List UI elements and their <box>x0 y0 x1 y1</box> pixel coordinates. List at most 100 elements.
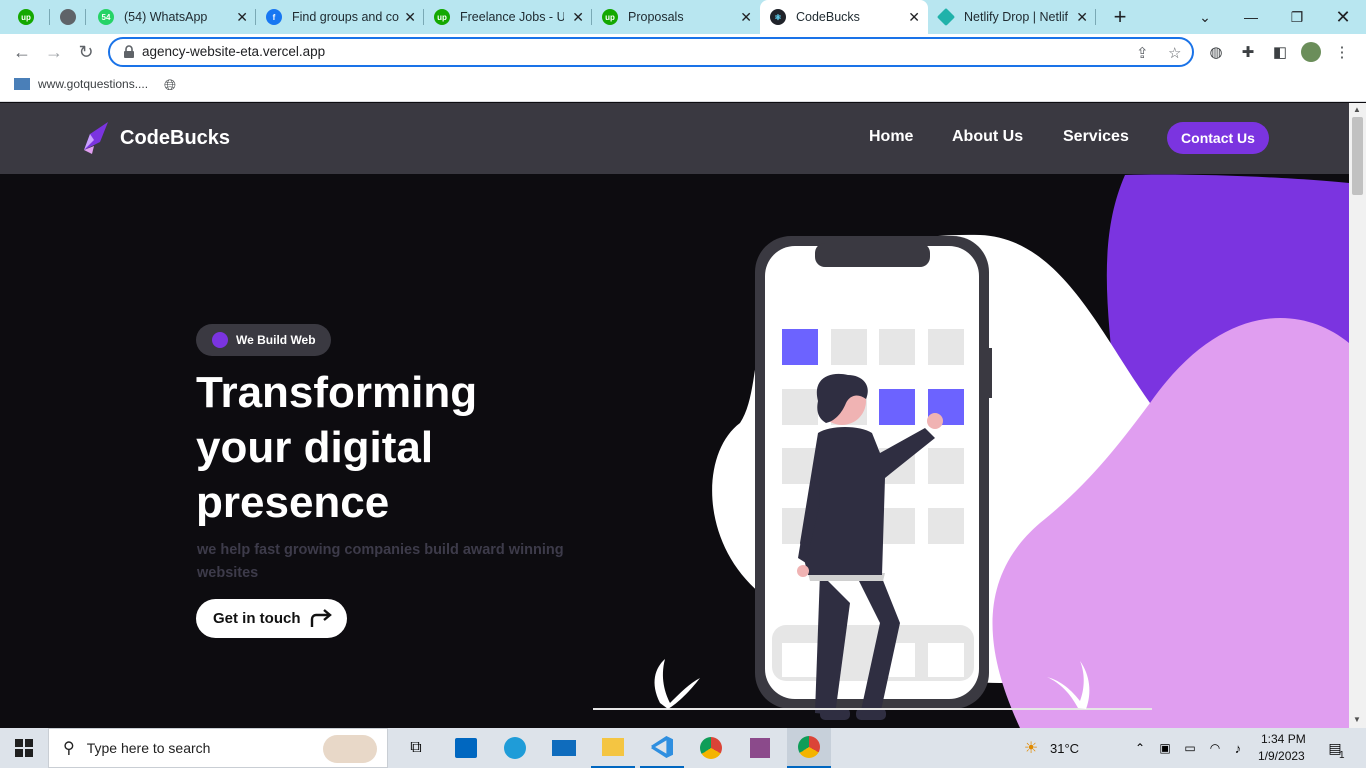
tab-whatsapp[interactable]: 54 (54) WhatsApp ✕ <box>88 0 256 34</box>
minimize-icon[interactable]: — <box>1228 0 1274 34</box>
close-icon[interactable]: ✕ <box>1076 9 1088 26</box>
window-close-icon[interactable]: ✕ <box>1320 0 1366 34</box>
tab-facebook[interactable]: f Find groups and co ✕ <box>256 0 424 34</box>
task-view-icon[interactable]: ⧉ <box>395 728 437 768</box>
accent-dot <box>212 332 228 348</box>
address-bar[interactable]: agency-website-eta.vercel.app ⇪ ☆ <box>108 37 1194 67</box>
tab-strip: up 54 (54) WhatsApp ✕ f Find groups and … <box>0 0 1366 34</box>
brand-name: CodeBucks <box>120 126 231 149</box>
plant-left <box>654 659 700 709</box>
facebook-icon: f <box>266 9 282 25</box>
contact-us-button[interactable]: Contact Us <box>1167 122 1269 154</box>
forward-icon[interactable]: → <box>42 40 66 64</box>
chrome-profile-icon[interactable] <box>787 728 831 768</box>
close-icon[interactable]: ✕ <box>236 9 248 26</box>
taskbar-search[interactable]: ⚲ Type here to search <box>48 728 388 768</box>
url-text[interactable]: agency-website-eta.vercel.app <box>142 44 325 59</box>
vscode-icon[interactable] <box>640 728 684 768</box>
tab-globe-pinned[interactable] <box>50 0 86 34</box>
clock-date[interactable]: 1/9/2023 <box>1258 749 1305 763</box>
close-icon[interactable]: ✕ <box>572 9 584 26</box>
react-icon: ⚛ <box>770 9 786 25</box>
get-in-touch-button[interactable]: Get in touch <box>196 599 347 638</box>
edge-icon[interactable] <box>493 728 537 768</box>
arrow-turn-right-icon <box>310 608 332 627</box>
share-icon[interactable]: ⇪ <box>1136 44 1149 62</box>
upwork-icon: up <box>434 9 450 25</box>
upwork-icon: up <box>602 9 618 25</box>
tab-search-chevron-icon[interactable]: ⌄ <box>1182 0 1228 34</box>
tab-upwork-pinned[interactable]: up <box>8 0 50 34</box>
restore-icon[interactable]: ❐ <box>1274 0 1320 34</box>
mail-icon[interactable] <box>542 728 586 768</box>
archive-app-icon[interactable] <box>738 728 782 768</box>
microsoft-store-icon[interactable] <box>444 728 488 768</box>
battery-icon[interactable]: ▭ <box>1180 728 1200 768</box>
site-header: CodeBucks Home About Us Services Contact… <box>0 103 1349 174</box>
hero-title-line: your digital <box>196 423 434 472</box>
brand-logo[interactable]: CodeBucks <box>80 120 230 156</box>
tab-title: Freelance Jobs - Up <box>460 10 564 24</box>
star-icon[interactable]: ☆ <box>1168 44 1181 62</box>
lock-icon <box>124 45 134 58</box>
windows-start-icon[interactable] <box>0 728 48 768</box>
scroll-down-icon[interactable]: ▼ <box>1353 715 1361 724</box>
tray-chevron-icon[interactable]: ⌃ <box>1130 728 1150 768</box>
web-page: CodeBucks Home About Us Services Contact… <box>0 103 1349 728</box>
nav-about-us[interactable]: About Us <box>952 128 1023 146</box>
netlify-icon <box>936 7 956 27</box>
menu-icon[interactable]: ⋮ <box>1332 42 1352 62</box>
notification-icon[interactable]: ▤ <box>1320 728 1350 768</box>
hero-subtitle: we help fast growing companies build awa… <box>197 542 564 581</box>
tab-netlify[interactable]: Netlify Drop | Netlif ✕ <box>928 0 1096 34</box>
close-icon[interactable]: ✕ <box>404 9 416 26</box>
volume-icon[interactable]: ♪ <box>1228 728 1248 768</box>
tab-title: CodeBucks <box>796 10 860 24</box>
globe-icon <box>60 9 76 25</box>
nav-services[interactable]: Services <box>1063 128 1129 146</box>
tab-title: Find groups and co <box>292 10 400 24</box>
chrome-icon[interactable] <box>689 728 733 768</box>
profile-avatar[interactable] <box>1301 42 1321 62</box>
tab-proposals[interactable]: up Proposals ✕ <box>592 0 760 34</box>
tab-codebucks[interactable]: ⚛ CodeBucks ✕ <box>760 0 928 34</box>
tab-title: Proposals <box>628 10 684 24</box>
scrollbar-thumb[interactable] <box>1352 117 1363 195</box>
rocket-logo-icon <box>84 122 108 154</box>
bookmark-icon <box>14 78 30 90</box>
close-icon[interactable]: ✕ <box>740 9 752 26</box>
search-icon: ⚲ <box>63 740 75 757</box>
bookmarks-bar: www.gotquestions.... 🌐︎ <box>0 70 1366 102</box>
weather-temp[interactable]: 31°C <box>1050 741 1079 756</box>
meet-icon[interactable]: ▣ <box>1155 728 1175 768</box>
whatsapp-icon: 54 <box>98 9 114 25</box>
nav-home[interactable]: Home <box>869 128 913 146</box>
clock-time[interactable]: 1:34 PM <box>1261 732 1306 746</box>
tab-title: Netlify Drop | Netlif <box>964 10 1068 24</box>
pill-label: We Build Web <box>236 333 316 347</box>
back-icon[interactable]: ← <box>10 40 34 64</box>
extension-icon[interactable]: ◍ <box>1206 42 1226 62</box>
puzzle-icon[interactable]: ✚ <box>1238 42 1258 62</box>
bookmark-label: www.gotquestions.... <box>38 77 149 91</box>
globe-icon[interactable]: 🌐︎ <box>164 77 176 94</box>
browser-toolbar: ← → ↻ agency-website-eta.vercel.app ⇪ ☆ … <box>0 34 1366 70</box>
file-explorer-icon[interactable] <box>591 728 635 768</box>
bookmark-gotquestions[interactable]: www.gotquestions.... <box>14 77 148 91</box>
wifi-icon[interactable]: ◠ <box>1205 728 1225 768</box>
tab-freelance-jobs[interactable]: up Freelance Jobs - Up ✕ <box>424 0 592 34</box>
hero-title-line: presence <box>196 478 390 527</box>
side-panel-icon[interactable]: ◧ <box>1270 42 1290 62</box>
weather-icon[interactable]: ☀ <box>1016 728 1046 768</box>
reload-icon[interactable]: ↻ <box>74 40 98 64</box>
close-icon[interactable]: ✕ <box>908 9 920 26</box>
hero-title-line: Transforming <box>196 368 478 417</box>
windows-taskbar: ⚲ Type here to search ⧉ ☀ 31°C ⌃ ▣ ▭ ◠ ♪… <box>0 728 1366 768</box>
page-scrollbar[interactable]: ▲ ▼ <box>1349 103 1366 728</box>
search-highlight-icon <box>323 735 377 763</box>
tab-title: (54) WhatsApp <box>124 10 208 24</box>
new-tab-icon[interactable]: + <box>1108 4 1132 30</box>
scroll-up-icon[interactable]: ▲ <box>1353 105 1361 114</box>
cta-label: Get in touch <box>213 610 301 627</box>
notification-count: 1 <box>1339 750 1345 761</box>
